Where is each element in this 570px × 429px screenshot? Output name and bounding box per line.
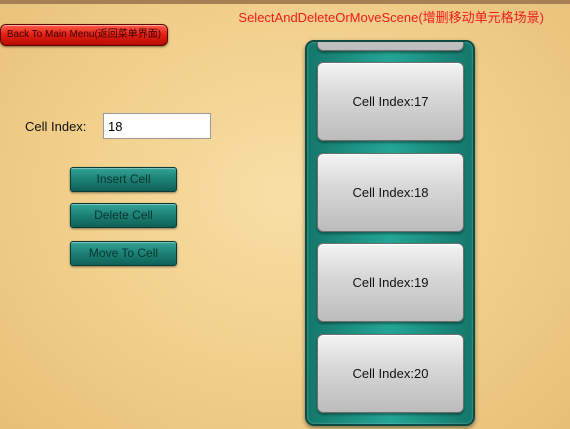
move-to-cell-button[interactable]: Move To Cell xyxy=(70,241,177,266)
cell-item[interactable] xyxy=(317,42,464,51)
insert-cell-button[interactable]: Insert Cell xyxy=(70,167,177,192)
cell-item[interactable]: Cell Index:18 xyxy=(317,153,464,232)
scene-title: SelectAndDeleteOrMoveScene(增删移动单元格场景) xyxy=(238,10,544,25)
cell-index-input[interactable] xyxy=(103,113,211,139)
cell-item[interactable]: Cell Index:19 xyxy=(317,243,464,322)
cell-index-label: Cell Index: xyxy=(25,119,87,134)
delete-cell-button[interactable]: Delete Cell xyxy=(70,203,177,228)
cell-list-panel[interactable]: Cell Index:17 Cell Index:18 Cell Index:1… xyxy=(305,40,475,426)
back-to-main-menu-button[interactable]: Back To Main Menu(返回菜单界面) xyxy=(0,24,168,46)
cell-item[interactable]: Cell Index:20 xyxy=(317,334,464,413)
top-edge-bar xyxy=(0,0,570,4)
cell-item[interactable]: Cell Index:17 xyxy=(317,62,464,141)
